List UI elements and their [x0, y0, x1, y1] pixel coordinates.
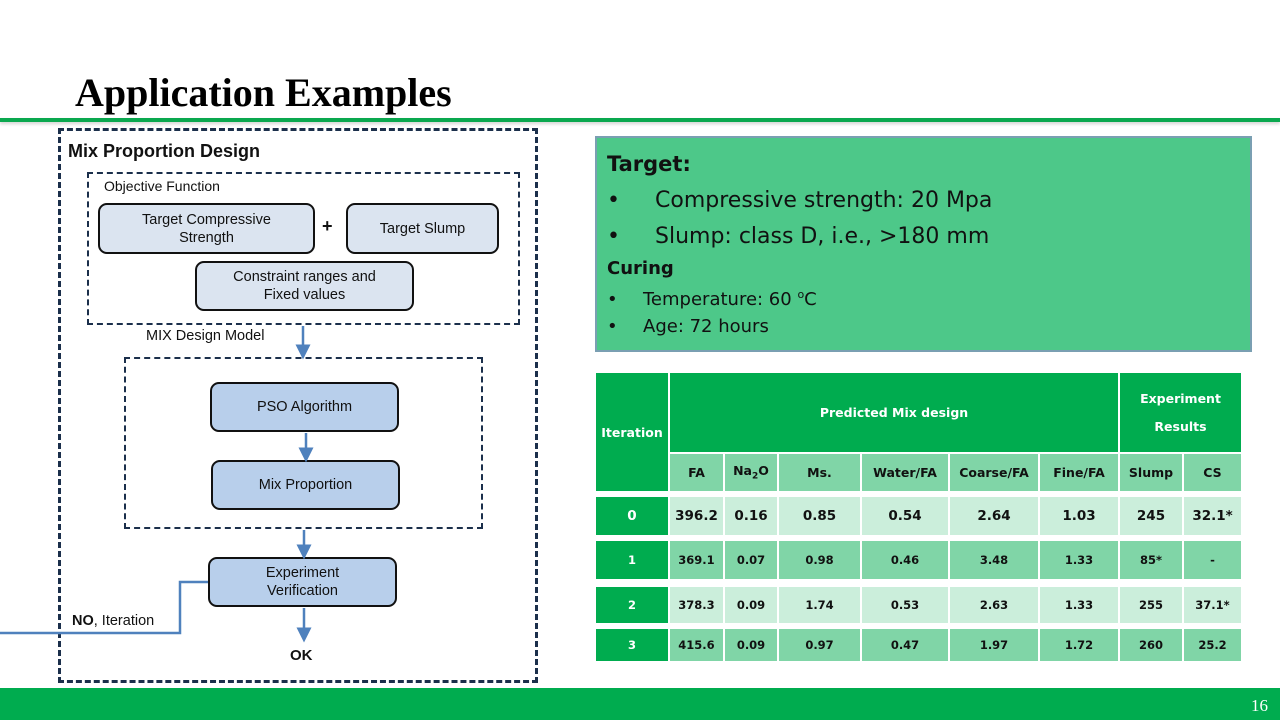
objective-function-label: Objective Function: [104, 178, 220, 194]
target-box: Target: • Compressive strength: 20 Mpa • S…: [595, 136, 1252, 352]
cell-slump: 260: [1120, 629, 1182, 661]
table-row: 1 369.1 0.07 0.98 0.46 3.48 1.33 85* -: [596, 541, 1241, 579]
node-label: PSO Algorithm: [256, 399, 353, 415]
column-header-water-fa: Water/FA: [862, 454, 948, 491]
cell-water-fa: 0.46: [862, 541, 948, 579]
ok-label: OK: [290, 647, 313, 664]
bullet: •: [607, 289, 618, 310]
target-text: Compressive strength: 20 Mpa: [655, 188, 993, 213]
node-label: Target Compressive Strength: [142, 211, 271, 246]
bullet: •: [607, 224, 620, 249]
mix-proportion-node: Mix Proportion: [211, 460, 400, 510]
column-header-na2o: Na2O: [725, 454, 777, 491]
curing-temp-unit: C: [804, 289, 817, 310]
diagram-title: Mix Proportion Design: [68, 141, 261, 161]
iteration-cell: 1: [596, 541, 668, 579]
table-row: 0 396.2 0.16 0.85 0.54 2.64 1.03 245 32.…: [596, 497, 1241, 535]
cell-fine-fa: 1.33: [1040, 587, 1118, 623]
cell-coarse-fa: 1.97: [950, 629, 1038, 661]
column-header-slump: Slump: [1120, 454, 1182, 491]
cell-slump: 245: [1120, 497, 1182, 535]
bullet: •: [607, 188, 620, 213]
slide-title: Application Examples: [75, 70, 452, 115]
iteration-cell: 2: [596, 587, 668, 623]
curing-item: • Age: 72 hours: [607, 316, 769, 337]
bullet: •: [607, 316, 618, 337]
title-divider: [0, 118, 1280, 122]
target-compressive-strength-node: Target Compressive Strength: [98, 203, 315, 254]
cell-fine-fa: 1.33: [1040, 541, 1118, 579]
plus-sign: +: [322, 216, 333, 236]
constraints-node: Constraint ranges and Fixed values: [195, 261, 414, 311]
curing-heading: Curing: [607, 258, 674, 279]
footer-bar: [0, 688, 1280, 720]
page-number: 16: [1251, 696, 1268, 715]
curing-age-text: Age: 72 hours: [643, 316, 769, 337]
header-experiment-results: Experiment Results: [1120, 373, 1241, 453]
table-row: 2 378.3 0.09 1.74 0.53 2.63 1.33 255 37.…: [596, 587, 1241, 623]
target-heading: Target:: [607, 152, 691, 176]
cell-cs: 25.2: [1184, 629, 1241, 661]
cell-na2o: 0.16: [725, 497, 777, 535]
curing-item: • Temperature: 60 oC: [607, 288, 817, 310]
header-predicted-mix-design: Predicted Mix design: [670, 373, 1118, 453]
column-header-fa: FA: [670, 454, 723, 491]
cell-slump: 255: [1120, 587, 1182, 623]
mix-design-model-label: MIX Design Model: [146, 328, 265, 344]
cell-ms: 0.98: [779, 541, 860, 579]
cell-na2o: 0.07: [725, 541, 777, 579]
cell-coarse-fa: 3.48: [950, 541, 1038, 579]
column-header-ms: Ms.: [779, 454, 860, 491]
curing-temp-text: Temperature: 60: [643, 289, 798, 310]
no-label-bold: NO: [72, 613, 94, 629]
cell-ms: 0.85: [779, 497, 860, 535]
cell-cs: -: [1184, 541, 1241, 579]
cell-ms: 1.74: [779, 587, 860, 623]
target-item: • Slump: class D, i.e., >180 mm: [607, 224, 989, 249]
cell-na2o: 0.09: [725, 629, 777, 661]
iteration-cell: 0: [596, 497, 668, 535]
cell-fa: 378.3: [670, 587, 723, 623]
experiment-verification-node: Experiment Verification: [208, 557, 397, 607]
node-label: Mix Proportion: [258, 477, 353, 493]
cell-fa: 369.1: [670, 541, 723, 579]
target-item: • Compressive strength: 20 Mpa: [607, 188, 992, 213]
cell-water-fa: 0.47: [862, 629, 948, 661]
column-header-cs: CS: [1184, 454, 1241, 491]
cell-slump: 85*: [1120, 541, 1182, 579]
node-label: Experiment Verification: [265, 565, 340, 599]
node-label: Target Slump: [379, 220, 466, 237]
no-label-rest: , Iteration: [93, 613, 155, 629]
column-header-fine-fa: Fine/FA: [1040, 454, 1118, 491]
mix-design-results-table: Iteration Predicted Mix design Experimen…: [594, 371, 1243, 663]
iteration-cell: 3: [596, 629, 668, 661]
cell-cs: 37.1*: [1184, 587, 1241, 623]
cell-ms: 0.97: [779, 629, 860, 661]
cell-na2o: 0.09: [725, 587, 777, 623]
cell-water-fa: 0.54: [862, 497, 948, 535]
column-header-coarse-fa: Coarse/FA: [950, 454, 1038, 491]
target-slump-node: Target Slump: [346, 203, 499, 254]
cell-fine-fa: 1.72: [1040, 629, 1118, 661]
table-row: 3 415.6 0.09 0.97 0.47 1.97 1.72 260 25.…: [596, 629, 1241, 661]
target-text: Slump: class D, i.e., >180 mm: [655, 224, 990, 249]
no-iteration-label: NO, Iteration: [72, 613, 154, 629]
node-label: Constraint ranges and Fixed values: [233, 269, 376, 303]
cell-fa: 415.6: [670, 629, 723, 661]
cell-fine-fa: 1.03: [1040, 497, 1118, 535]
pso-algorithm-node: PSO Algorithm: [210, 382, 399, 432]
cell-coarse-fa: 2.63: [950, 587, 1038, 623]
header-iteration: Iteration: [596, 373, 668, 491]
cell-fa: 396.2: [670, 497, 723, 535]
cell-cs: 32.1*: [1184, 497, 1241, 535]
cell-coarse-fa: 2.64: [950, 497, 1038, 535]
cell-water-fa: 0.53: [862, 587, 948, 623]
